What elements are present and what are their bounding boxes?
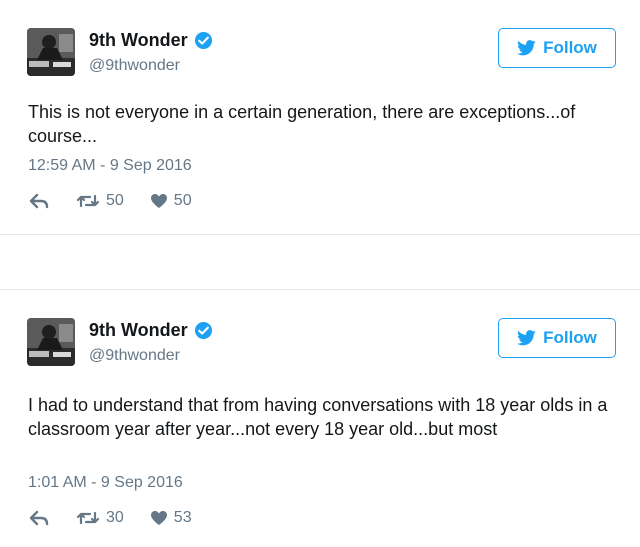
tweet-actions: 30 53 — [28, 509, 218, 527]
tweet-timestamp[interactable]: 12:59 AM - 9 Sep 2016 — [28, 157, 192, 175]
author-handle[interactable]: @9thwonder — [89, 57, 180, 75]
retweet-button[interactable]: 30 — [76, 509, 124, 527]
tweet-text: I had to understand that from having con… — [28, 395, 608, 439]
reply-button[interactable] — [28, 193, 50, 209]
retweet-icon — [76, 194, 100, 208]
twitter-bird-icon — [517, 40, 536, 56]
follow-label: Follow — [543, 328, 597, 347]
avatar[interactable] — [27, 28, 75, 76]
heart-icon — [150, 194, 167, 208]
retweet-count: 50 — [106, 192, 124, 209]
tweet-text: This is not everyone in a certain genera… — [28, 102, 576, 146]
tweet-card: 9th Wonder @9thwonder Follow I had to un… — [0, 290, 640, 547]
verified-badge-icon — [194, 31, 212, 50]
author-name[interactable]: 9th Wonder — [89, 30, 188, 51]
like-button[interactable]: 53 — [150, 509, 192, 527]
verified-badge-icon — [194, 321, 212, 340]
tweet-timestamp[interactable]: 1:01 AM - 9 Sep 2016 — [28, 474, 183, 492]
reply-icon — [29, 510, 49, 526]
avatar[interactable] — [27, 318, 75, 366]
follow-label: Follow — [543, 38, 597, 57]
author-row: 9th Wonder — [89, 30, 213, 51]
tweet-actions: 50 50 — [28, 192, 218, 210]
author-row: 9th Wonder — [89, 320, 213, 341]
like-count: 50 — [173, 192, 192, 209]
retweet-count: 30 — [106, 509, 124, 526]
like-button[interactable]: 50 — [150, 192, 192, 210]
twitter-bird-icon — [517, 330, 536, 346]
retweet-icon — [76, 511, 100, 525]
author-handle[interactable]: @9thwonder — [89, 347, 180, 365]
like-count: 53 — [173, 509, 192, 526]
reply-icon — [29, 193, 49, 209]
tweet-card: 9th Wonder @9thwonder Follow This is not… — [0, 0, 640, 235]
heart-icon — [150, 511, 167, 525]
retweet-button[interactable]: 50 — [76, 192, 124, 210]
follow-button[interactable]: Follow — [498, 28, 616, 68]
divider — [0, 234, 640, 235]
author-name[interactable]: 9th Wonder — [89, 320, 188, 341]
follow-button[interactable]: Follow — [498, 318, 616, 358]
reply-button[interactable] — [28, 510, 50, 526]
